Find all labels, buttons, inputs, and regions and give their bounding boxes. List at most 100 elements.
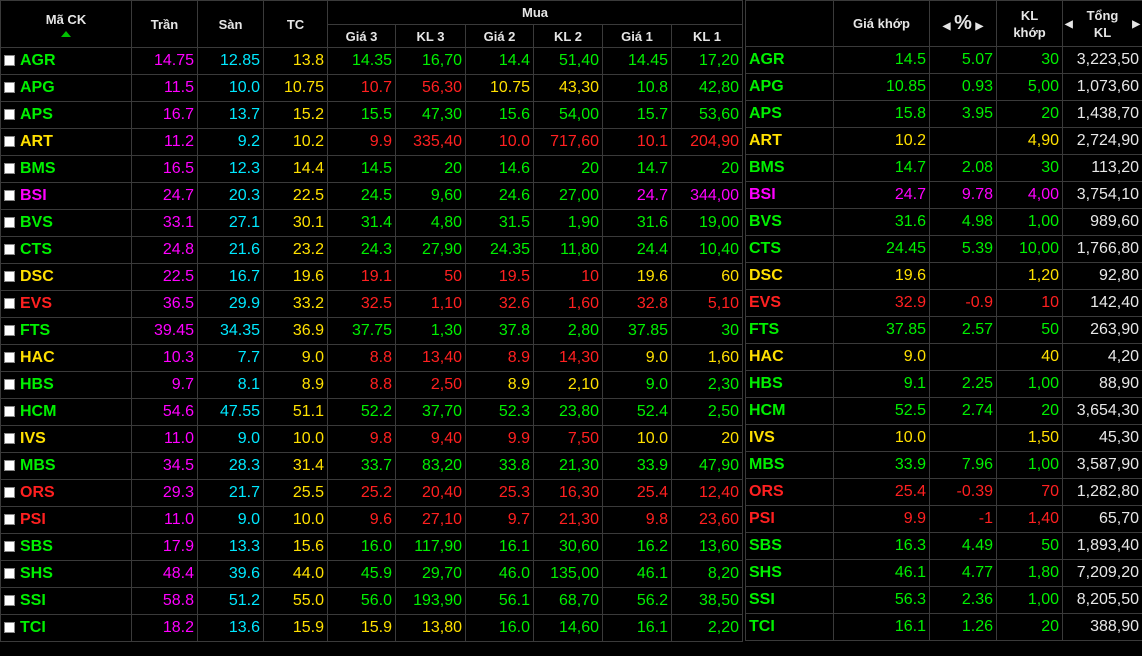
sym-cell[interactable]: MBS	[0, 452, 132, 480]
row-checkbox[interactable]	[4, 244, 15, 255]
sym-cell[interactable]: APS	[0, 101, 132, 129]
chevron-right-icon[interactable]: ▶	[976, 21, 984, 32]
row-checkbox[interactable]	[4, 217, 15, 228]
sym-cell[interactable]: FTS	[745, 316, 834, 344]
table-row[interactable]: SSI 58.8 51.2 55.0 56.0 193,90 56.1 68,70 56.2 38…	[0, 587, 743, 615]
table-row[interactable]: HCM 54.6 47.55 51.1 52.2 37,70 52.3 23,80 52.4 2,…	[0, 398, 743, 426]
sym-cell[interactable]: IVS	[745, 424, 834, 452]
table-row[interactable]: ART 10.2 4,90 2,724,90	[745, 127, 1142, 155]
sym-cell[interactable]: BVS	[745, 208, 834, 236]
sym-cell[interactable]: PSI	[0, 506, 132, 534]
table-row[interactable]: APS 15.8 3.95 20 1,438,70	[745, 100, 1142, 128]
table-row[interactable]: IVS 11.0 9.0 10.0 9.8 9,40 9.9 7,50 10.0 20	[0, 425, 743, 453]
sym-cell[interactable]: HAC	[745, 343, 834, 371]
table-row[interactable]: SSI 56.3 2.36 1,00 8,205,50	[745, 586, 1142, 614]
sym-cell[interactable]: DSC	[745, 262, 834, 290]
sort-up-triangle-icon[interactable]	[61, 30, 71, 37]
table-row[interactable]: CTS 24.8 21.6 23.2 24.3 27,90 24.35 11,80 24.4 10…	[0, 236, 743, 264]
table-row[interactable]: IVS 10.0 1,50 45,30	[745, 424, 1142, 452]
table-row[interactable]: MBS 34.5 28.3 31.4 33.7 83,20 33.8 21,30 33.9 47,…	[0, 452, 743, 480]
sym-cell[interactable]: APS	[745, 100, 834, 128]
table-row[interactable]: FTS 39.45 34.35 36.9 37.75 1,30 37.8 2,80 37.85 3…	[0, 317, 743, 345]
table-row[interactable]: HAC 9.0 40 4,20	[745, 343, 1142, 371]
sym-cell[interactable]: HCM	[0, 398, 132, 426]
row-checkbox[interactable]	[4, 163, 15, 174]
row-checkbox[interactable]	[4, 325, 15, 336]
sym-cell[interactable]: MBS	[745, 451, 834, 479]
table-row[interactable]: APG 10.85 0.93 5,00 1,073,60	[745, 73, 1142, 101]
table-row[interactable]: PSI 9.9 -1 1,40 65,70	[745, 505, 1142, 533]
sym-cell[interactable]: PSI	[745, 505, 834, 533]
sym-cell[interactable]: HBS	[745, 370, 834, 398]
sym-cell[interactable]: AGR	[0, 47, 132, 75]
row-checkbox[interactable]	[4, 136, 15, 147]
sym-cell[interactable]: EVS	[745, 289, 834, 317]
table-row[interactable]: BSI 24.7 20.3 22.5 24.5 9,60 24.6 27,00 24.7 344,…	[0, 182, 743, 210]
table-row[interactable]: BVS 33.1 27.1 30.1 31.4 4,80 31.5 1,90 31.6 19,00	[0, 209, 743, 237]
row-checkbox[interactable]	[4, 82, 15, 93]
sym-cell[interactable]: HBS	[0, 371, 132, 399]
table-row[interactable]: APG 11.5 10.0 10.75 10.7 56,30 10.75 43,30 10.8 4…	[0, 74, 743, 102]
table-row[interactable]: FTS 37.85 2.57 50 263,90	[745, 316, 1142, 344]
sym-cell[interactable]: SBS	[0, 533, 132, 561]
sym-cell[interactable]: TCI	[0, 614, 132, 642]
sym-cell[interactable]: SBS	[745, 532, 834, 560]
row-checkbox[interactable]	[4, 568, 15, 579]
table-row[interactable]: BMS 16.5 12.3 14.4 14.5 20 14.6 20 14.7 20	[0, 155, 743, 183]
sym-cell[interactable]: DSC	[0, 263, 132, 291]
chevron-left-icon[interactable]: ◀	[943, 21, 951, 32]
row-checkbox[interactable]	[4, 298, 15, 309]
sym-cell[interactable]: CTS	[0, 236, 132, 264]
total-vol-header[interactable]: ◀ ▶ Tổng KL	[1062, 0, 1142, 47]
sym-cell[interactable]: CTS	[745, 235, 834, 263]
table-row[interactable]: HBS 9.1 2.25 1,00 88,90	[745, 370, 1142, 398]
sym-cell[interactable]: FTS	[0, 317, 132, 345]
row-checkbox[interactable]	[4, 406, 15, 417]
sym-cell[interactable]: APG	[0, 74, 132, 102]
table-row[interactable]: DSC 22.5 16.7 19.6 19.1 50 19.5 10 19.6 60	[0, 263, 743, 291]
row-checkbox[interactable]	[4, 109, 15, 120]
sym-cell[interactable]: BMS	[745, 154, 834, 182]
chevron-left-icon[interactable]: ◀	[1065, 16, 1073, 33]
row-checkbox[interactable]	[4, 433, 15, 444]
sym-cell[interactable]: APG	[745, 73, 834, 101]
row-checkbox[interactable]	[4, 541, 15, 552]
sym-cell[interactable]: ART	[745, 127, 834, 155]
sym-cell[interactable]: ORS	[745, 478, 834, 506]
table-row[interactable]: ORS 29.3 21.7 25.5 25.2 20,40 25.3 16,30 25.4 12,…	[0, 479, 743, 507]
sym-cell[interactable]: SSI	[0, 587, 132, 615]
row-checkbox[interactable]	[4, 514, 15, 525]
table-row[interactable]: ORS 25.4 -0.39 70 1,282,80	[745, 478, 1142, 506]
sym-cell[interactable]: TCI	[745, 613, 834, 641]
sym-cell[interactable]: BVS	[0, 209, 132, 237]
table-row[interactable]: TCI 18.2 13.6 15.9 15.9 13,80 16.0 14,60 16.1 2,2…	[0, 614, 743, 642]
table-row[interactable]: TCI 16.1 1.26 20 388,90	[745, 613, 1142, 641]
table-row[interactable]: EVS 36.5 29.9 33.2 32.5 1,10 32.6 1,60 32.8 5,10	[0, 290, 743, 318]
sym-cell[interactable]: EVS	[0, 290, 132, 318]
sym-cell[interactable]: SSI	[745, 586, 834, 614]
row-checkbox[interactable]	[4, 271, 15, 282]
table-row[interactable]: HCM 52.5 2.74 20 3,654,30	[745, 397, 1142, 425]
sym-cell[interactable]: BSI	[745, 181, 834, 209]
sym-cell[interactable]: BMS	[0, 155, 132, 183]
table-row[interactable]: AGR 14.5 5.07 30 3,223,50	[745, 46, 1142, 74]
table-row[interactable]: PSI 11.0 9.0 10.0 9.6 27,10 9.7 21,30 9.8 23,60	[0, 506, 743, 534]
table-row[interactable]: SHS 48.4 39.6 44.0 45.9 29,70 46.0 135,00 46.1 8,…	[0, 560, 743, 588]
row-checkbox[interactable]	[4, 595, 15, 606]
table-row[interactable]: BMS 14.7 2.08 30 113,20	[745, 154, 1142, 182]
sym-cell[interactable]: HCM	[745, 397, 834, 425]
sym-cell[interactable]: ART	[0, 128, 132, 156]
table-row[interactable]: HAC 10.3 7.7 9.0 8.8 13,40 8.9 14,30 9.0 1,60	[0, 344, 743, 372]
sym-cell[interactable]: SHS	[0, 560, 132, 588]
sym-cell[interactable]: ORS	[0, 479, 132, 507]
table-row[interactable]: CTS 24.45 5.39 10,00 1,766,80	[745, 235, 1142, 263]
table-row[interactable]: ART 11.2 9.2 10.2 9.9 335,40 10.0 717,60 10.1 204…	[0, 128, 743, 156]
sym-cell[interactable]: BSI	[0, 182, 132, 210]
row-checkbox[interactable]	[4, 379, 15, 390]
table-row[interactable]: AGR 14.75 12.85 13.8 14.35 16,70 14.4 51,40 14.4…	[0, 47, 743, 75]
percent-header[interactable]: ◀ % ▶	[929, 0, 997, 47]
sym-cell[interactable]: HAC	[0, 344, 132, 372]
table-row[interactable]: EVS 32.9 -0.9 10 142,40	[745, 289, 1142, 317]
table-row[interactable]: SBS 17.9 13.3 15.6 16.0 117,90 16.1 30,60 16.2 13…	[0, 533, 743, 561]
sym-cell[interactable]: IVS	[0, 425, 132, 453]
